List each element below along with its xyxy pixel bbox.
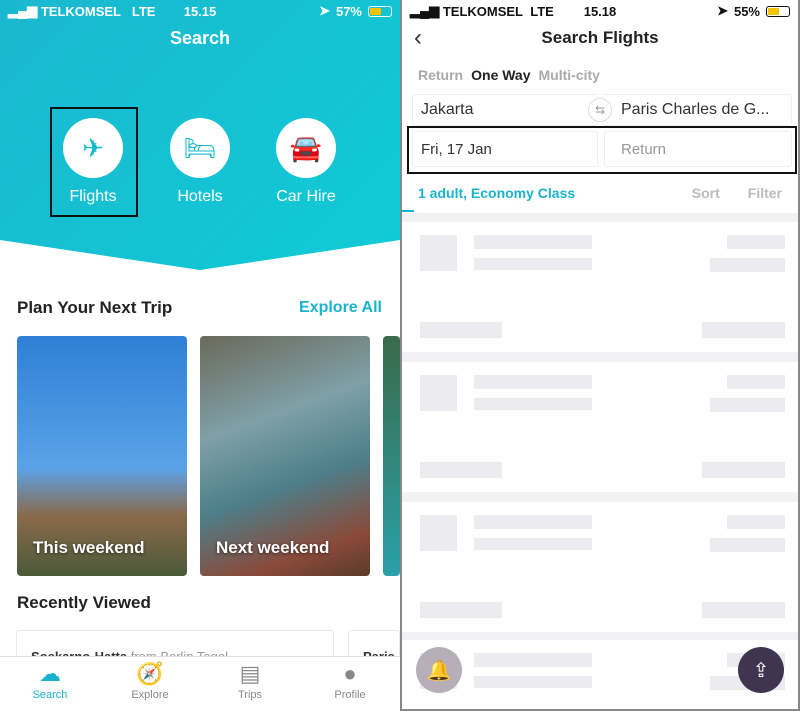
signal-icon: ▂▄▆ [410,3,443,18]
battery-icon [368,5,392,17]
share-icon: ⇪ [752,659,770,682]
skeleton-bar [710,538,785,552]
battery-percent: 55% [733,3,760,19]
page-title: Search Flights [541,28,659,47]
options-bar: 1 adult, Economy Class Sort Filter [418,185,782,201]
skeleton-bar [474,676,592,688]
results-loading-list [402,213,798,709]
skeleton-bar [727,235,785,249]
bell-icon: 🔔 [426,659,452,682]
trip-card-this-weekend[interactable]: This weekend [17,336,187,576]
signal-icon: ▂▄▆ [8,3,41,18]
share-button[interactable]: ⇪ [738,647,784,693]
result-placeholder [402,362,798,492]
trips-icon: ▤ [239,661,261,686]
network: LTE [530,3,554,19]
skeleton-bar [710,398,785,412]
category-car-hire[interactable]: 🚘 Car Hire [266,118,346,206]
trip-type-tabs: Return One Way Multi-city [418,67,600,83]
trip-card-next-weekend[interactable]: Next weekend [200,336,370,576]
category-label: Car Hire [276,188,336,205]
tab-search[interactable]: ☁ Search [0,657,100,711]
origin-field[interactable]: Jakarta [412,94,598,126]
price-alert-button[interactable]: 🔔 [416,647,462,693]
skeleton-bar [474,538,592,550]
search-screen: ▂▄▆ TELKOMSEL LTE 15.15 ➤ 57% Search ✈ Fli… [0,0,400,711]
carrier: TELKOMSEL [40,3,121,19]
sort-button[interactable]: Sort [692,185,720,201]
location-icon: ➤ [717,3,728,18]
skeleton-bar [420,235,457,271]
skeleton-bar [474,375,592,389]
tab-bar: ☁ Search 🧭 Explore ▤ Trips ● Profile [0,656,400,711]
skeleton-bar [702,322,785,338]
skeleton-bar [420,322,502,338]
network: LTE [131,3,156,19]
skeleton-bar [420,515,457,551]
skeleton-bar [710,258,785,272]
trip-card-partial[interactable] [383,336,400,576]
filter-button[interactable]: Filter [748,185,782,201]
skeleton-bar [420,462,502,478]
skeleton-bar [702,462,785,478]
battery-percent: 57% [335,3,362,19]
highlight-box [50,107,138,217]
result-placeholder [402,222,798,352]
tab-one-way[interactable]: One Way [471,67,530,83]
tab-trips[interactable]: ▤ Trips [200,657,300,711]
skeleton-bar [474,258,592,270]
recent-title: Recently Viewed [17,593,151,612]
trip-label: Next weekend [216,538,330,557]
category-hotels[interactable]: 🛏 Hotels [160,118,240,206]
skeleton-bar [474,653,592,667]
page-title: Search [169,28,231,48]
tab-profile[interactable]: ● Profile [300,657,400,711]
skeleton-bar [727,515,785,529]
profile-icon: ● [343,661,357,686]
carrier: TELKOMSEL [442,3,523,19]
skeleton-bar [420,375,457,411]
tab-multi-city[interactable]: Multi-city [539,67,600,83]
skeleton-bar [474,515,592,529]
tab-return[interactable]: Return [418,67,463,83]
battery-icon [766,5,790,17]
skeleton-bar [474,398,592,410]
skeleton-bar [727,375,785,389]
skeleton-bar [702,602,785,618]
result-placeholder [402,502,798,632]
trip-label: This weekend [33,538,145,557]
passengers-button[interactable]: 1 adult, Economy Class [418,185,575,201]
swap-icon[interactable]: ⇆ [588,98,612,122]
highlight-box [407,126,797,174]
skeleton-bar [474,235,592,249]
tab-explore[interactable]: 🧭 Explore [100,657,200,711]
explore-all-link[interactable]: Explore All [299,299,382,317]
compass-icon: 🧭 [136,661,164,686]
bed-icon: 🛏 [170,118,230,178]
plan-title: Plan Your Next Trip [17,298,173,317]
category-label: Hotels [177,188,223,205]
tab-indicator [402,210,414,212]
skeleton-bar [420,602,502,618]
status-bar: ▂▄▆ TELKOMSEL LTE 15.18 ➤ 55% [402,0,798,22]
status-bar: ▂▄▆ TELKOMSEL LTE 15.15 ➤ 57% [0,0,400,22]
destination-field[interactable]: Paris Charles de G... [602,94,792,126]
skyscanner-logo-icon: ☁ [39,661,61,686]
car-icon: 🚘 [276,118,336,178]
search-flights-screen: ▂▄▆ TELKOMSEL LTE 15.18 ➤ 55% ‹ Search Fl… [400,0,800,711]
location-icon: ➤ [319,3,330,18]
